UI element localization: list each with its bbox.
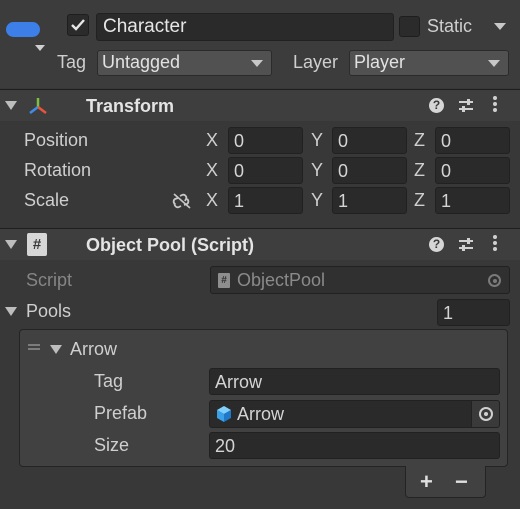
position-y-field[interactable]: 0 [332, 127, 407, 154]
position-x-field[interactable]: 0 [228, 127, 303, 154]
context-menu-icon[interactable] [493, 96, 497, 114]
pools-label[interactable]: Pools [26, 301, 71, 322]
position-label: Position [24, 130, 89, 150]
scale-z-axis[interactable]: Z [414, 190, 425, 211]
pools-count-field[interactable]: 1 [437, 299, 510, 326]
transform-axes-icon [29, 98, 47, 114]
position-z-field[interactable]: 0 [435, 127, 510, 154]
collapse-arrow-icon[interactable] [5, 101, 17, 110]
scale-z-field[interactable]: 1 [435, 187, 510, 214]
tag-dropdown-value: Untagged [102, 52, 181, 72]
rotation-x-field[interactable]: 0 [228, 157, 303, 184]
gameobject-icon[interactable] [6, 22, 40, 37]
constrain-proportions-link-icon[interactable] [172, 193, 192, 209]
position-x-axis[interactable]: X [206, 130, 218, 151]
layer-dropdown[interactable]: Player [349, 50, 509, 76]
object-pool-header[interactable]: # Object Pool (Script) ? [0, 228, 520, 260]
element-size-label: Size [94, 435, 130, 455]
remove-element-button[interactable]: − [455, 469, 468, 495]
prefab-cube-icon [217, 406, 231, 422]
object-picker-icon [488, 274, 501, 287]
tag-label: Tag [57, 52, 87, 72]
gameobject-header: Character Static Tag Untagged Layer Play… [0, 0, 520, 88]
help-icon[interactable]: ? [429, 98, 444, 113]
rotation-label: Rotation [24, 160, 92, 180]
gameobject-name-field[interactable]: Character [96, 13, 394, 41]
position-z-axis[interactable]: Z [414, 130, 425, 151]
static-checkbox[interactable] [399, 16, 420, 37]
element-foldout-arrow-icon[interactable] [50, 345, 62, 354]
transform-header[interactable]: Transform ? [0, 89, 520, 121]
pools-foldout-arrow-icon[interactable] [5, 307, 17, 316]
rotation-y-axis[interactable]: Y [311, 160, 323, 181]
scale-x-axis[interactable]: X [206, 190, 218, 211]
drag-handle-icon[interactable] [28, 344, 40, 350]
chevron-down-icon [251, 60, 263, 67]
script-file-icon: # [27, 233, 47, 256]
position-y-axis[interactable]: Y [311, 130, 323, 151]
layer-label: Layer [293, 52, 339, 72]
add-element-button[interactable]: + [420, 469, 433, 495]
element-tag-field[interactable]: Arrow [209, 368, 500, 395]
collapse-arrow-icon[interactable] [5, 240, 17, 249]
element-size-field[interactable]: 20 [209, 432, 500, 459]
help-icon[interactable]: ? [429, 237, 444, 252]
checkmark-icon [71, 19, 85, 31]
layer-dropdown-value: Player [354, 52, 406, 72]
object-picker-icon[interactable] [471, 401, 499, 427]
scale-x-field[interactable]: 1 [228, 187, 303, 214]
scale-label: Scale [24, 190, 70, 210]
script-label: Script [26, 270, 73, 290]
element-prefab-field[interactable]: Arrow [209, 400, 500, 428]
rotation-z-axis[interactable]: Z [414, 160, 425, 181]
rotation-z-field[interactable]: 0 [435, 157, 510, 184]
chevron-down-icon [488, 60, 500, 67]
icon-dropdown-arrow-icon[interactable] [35, 45, 45, 51]
transform-title: Transform [86, 96, 175, 116]
list-footer [405, 466, 486, 498]
element-tag-label: Tag [94, 371, 124, 391]
rotation-x-axis[interactable]: X [206, 160, 218, 181]
context-menu-icon[interactable] [493, 235, 497, 253]
static-label: Static [427, 16, 473, 36]
object-pool-title: Object Pool (Script) [86, 235, 255, 255]
preset-sliders-icon[interactable] [458, 237, 474, 253]
element-name[interactable]: Arrow [70, 339, 117, 360]
static-dropdown-arrow-icon[interactable] [494, 23, 506, 30]
script-asset-icon: # [218, 273, 230, 288]
tag-dropdown[interactable]: Untagged [97, 50, 272, 76]
active-checkbox[interactable] [67, 14, 89, 36]
script-value: ObjectPool [237, 270, 326, 290]
scale-y-axis[interactable]: Y [311, 190, 323, 211]
script-object-field: # ObjectPool [210, 266, 510, 294]
preset-sliders-icon[interactable] [458, 98, 474, 114]
rotation-y-field[interactable]: 0 [332, 157, 407, 184]
element-prefab-value: Arrow [237, 404, 285, 424]
element-prefab-label: Prefab [94, 403, 148, 423]
scale-y-field[interactable]: 1 [332, 187, 407, 214]
